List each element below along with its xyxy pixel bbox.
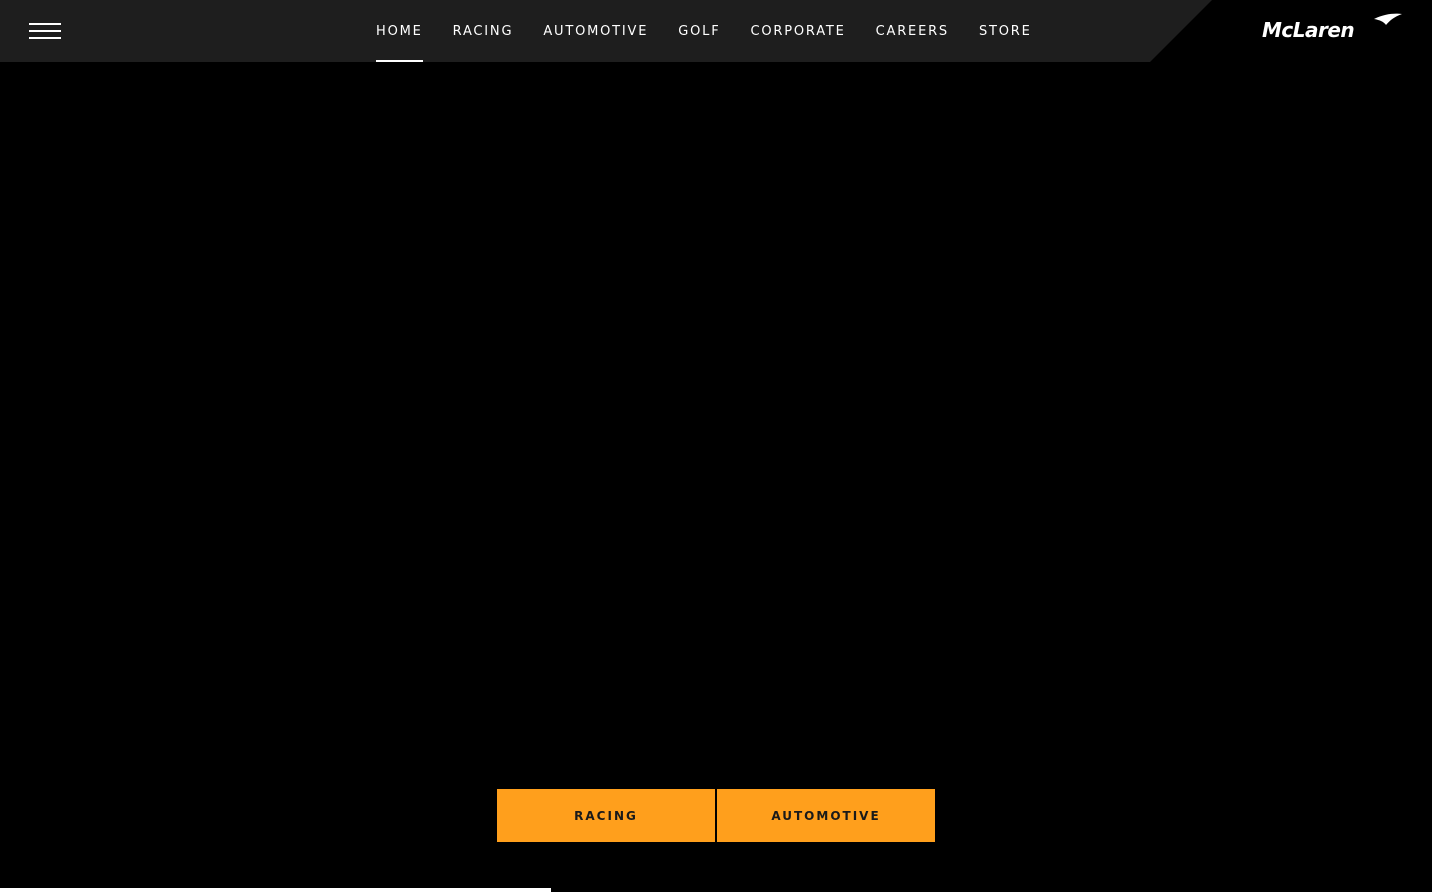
mclaren-logo[interactable]: McLaren [1262, 13, 1404, 39]
site-header: HOME RACING AUTOMOTIVE GOLF CORPORATE CA… [0, 0, 1432, 62]
hamburger-menu-icon[interactable] [22, 14, 68, 48]
nav-item-careers[interactable]: CAREERS [861, 0, 964, 62]
nav-item-golf[interactable]: GOLF [663, 0, 735, 62]
nav-item-automotive[interactable]: AUTOMOTIVE [528, 0, 663, 62]
slide-progress-fill [0, 888, 552, 892]
racing-button[interactable]: RACING [497, 789, 715, 842]
nav-item-corporate[interactable]: CORPORATE [735, 0, 860, 62]
slide-progress-track [0, 888, 1432, 892]
logo-text: McLaren [1262, 18, 1354, 39]
speedmark-icon [1374, 13, 1402, 25]
nav-item-racing[interactable]: RACING [438, 0, 529, 62]
automotive-button[interactable]: AUTOMOTIVE [717, 789, 935, 842]
nav-item-home[interactable]: HOME [361, 0, 438, 62]
hero-cta-row: RACING AUTOMOTIVE [497, 789, 935, 842]
page: HOME RACING AUTOMOTIVE GOLF CORPORATE CA… [0, 0, 1432, 892]
main-nav: HOME RACING AUTOMOTIVE GOLF CORPORATE CA… [361, 0, 1047, 62]
mclaren-logo-icon: McLaren [1262, 13, 1402, 39]
nav-item-store[interactable]: STORE [964, 0, 1047, 62]
